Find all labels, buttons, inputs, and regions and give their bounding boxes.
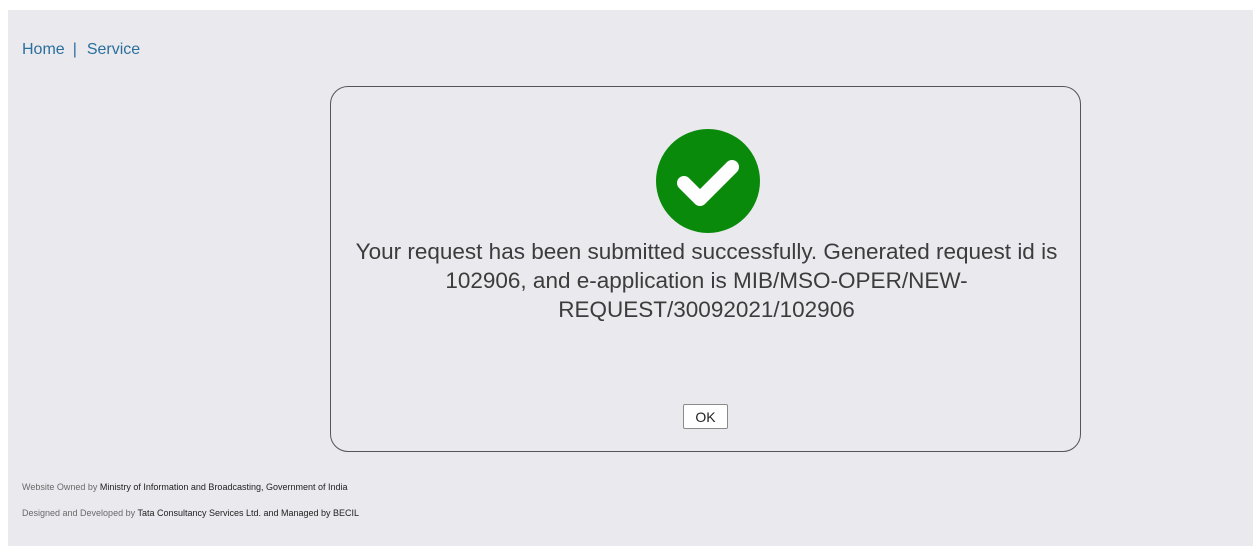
- ok-button[interactable]: OK: [683, 404, 728, 429]
- breadcrumb-home-link[interactable]: Home: [22, 41, 65, 58]
- footer-owned-line: Website Owned by Ministry of Information…: [22, 482, 348, 492]
- footer-designed-line: Designed and Developed by Tata Consultan…: [22, 508, 359, 518]
- page-body: Home | Service Your request has been submi…: [8, 10, 1253, 546]
- success-dialog: Your request has been submitted successf…: [330, 86, 1081, 452]
- breadcrumb: Home | Service: [22, 41, 140, 59]
- check-circle-icon: [656, 129, 760, 233]
- footer-designed-label: Designed and Developed by: [22, 508, 136, 518]
- success-message: Your request has been submitted successf…: [355, 239, 1058, 322]
- footer-designed-value: Tata Consultancy Services Ltd. and Manag…: [137, 508, 360, 518]
- footer-owned-label: Website Owned by: [22, 482, 98, 492]
- footer-owned-value: Ministry of Information and Broadcasting…: [99, 482, 348, 492]
- breadcrumb-separator: |: [72, 41, 77, 58]
- breadcrumb-service-link[interactable]: Service: [87, 41, 140, 58]
